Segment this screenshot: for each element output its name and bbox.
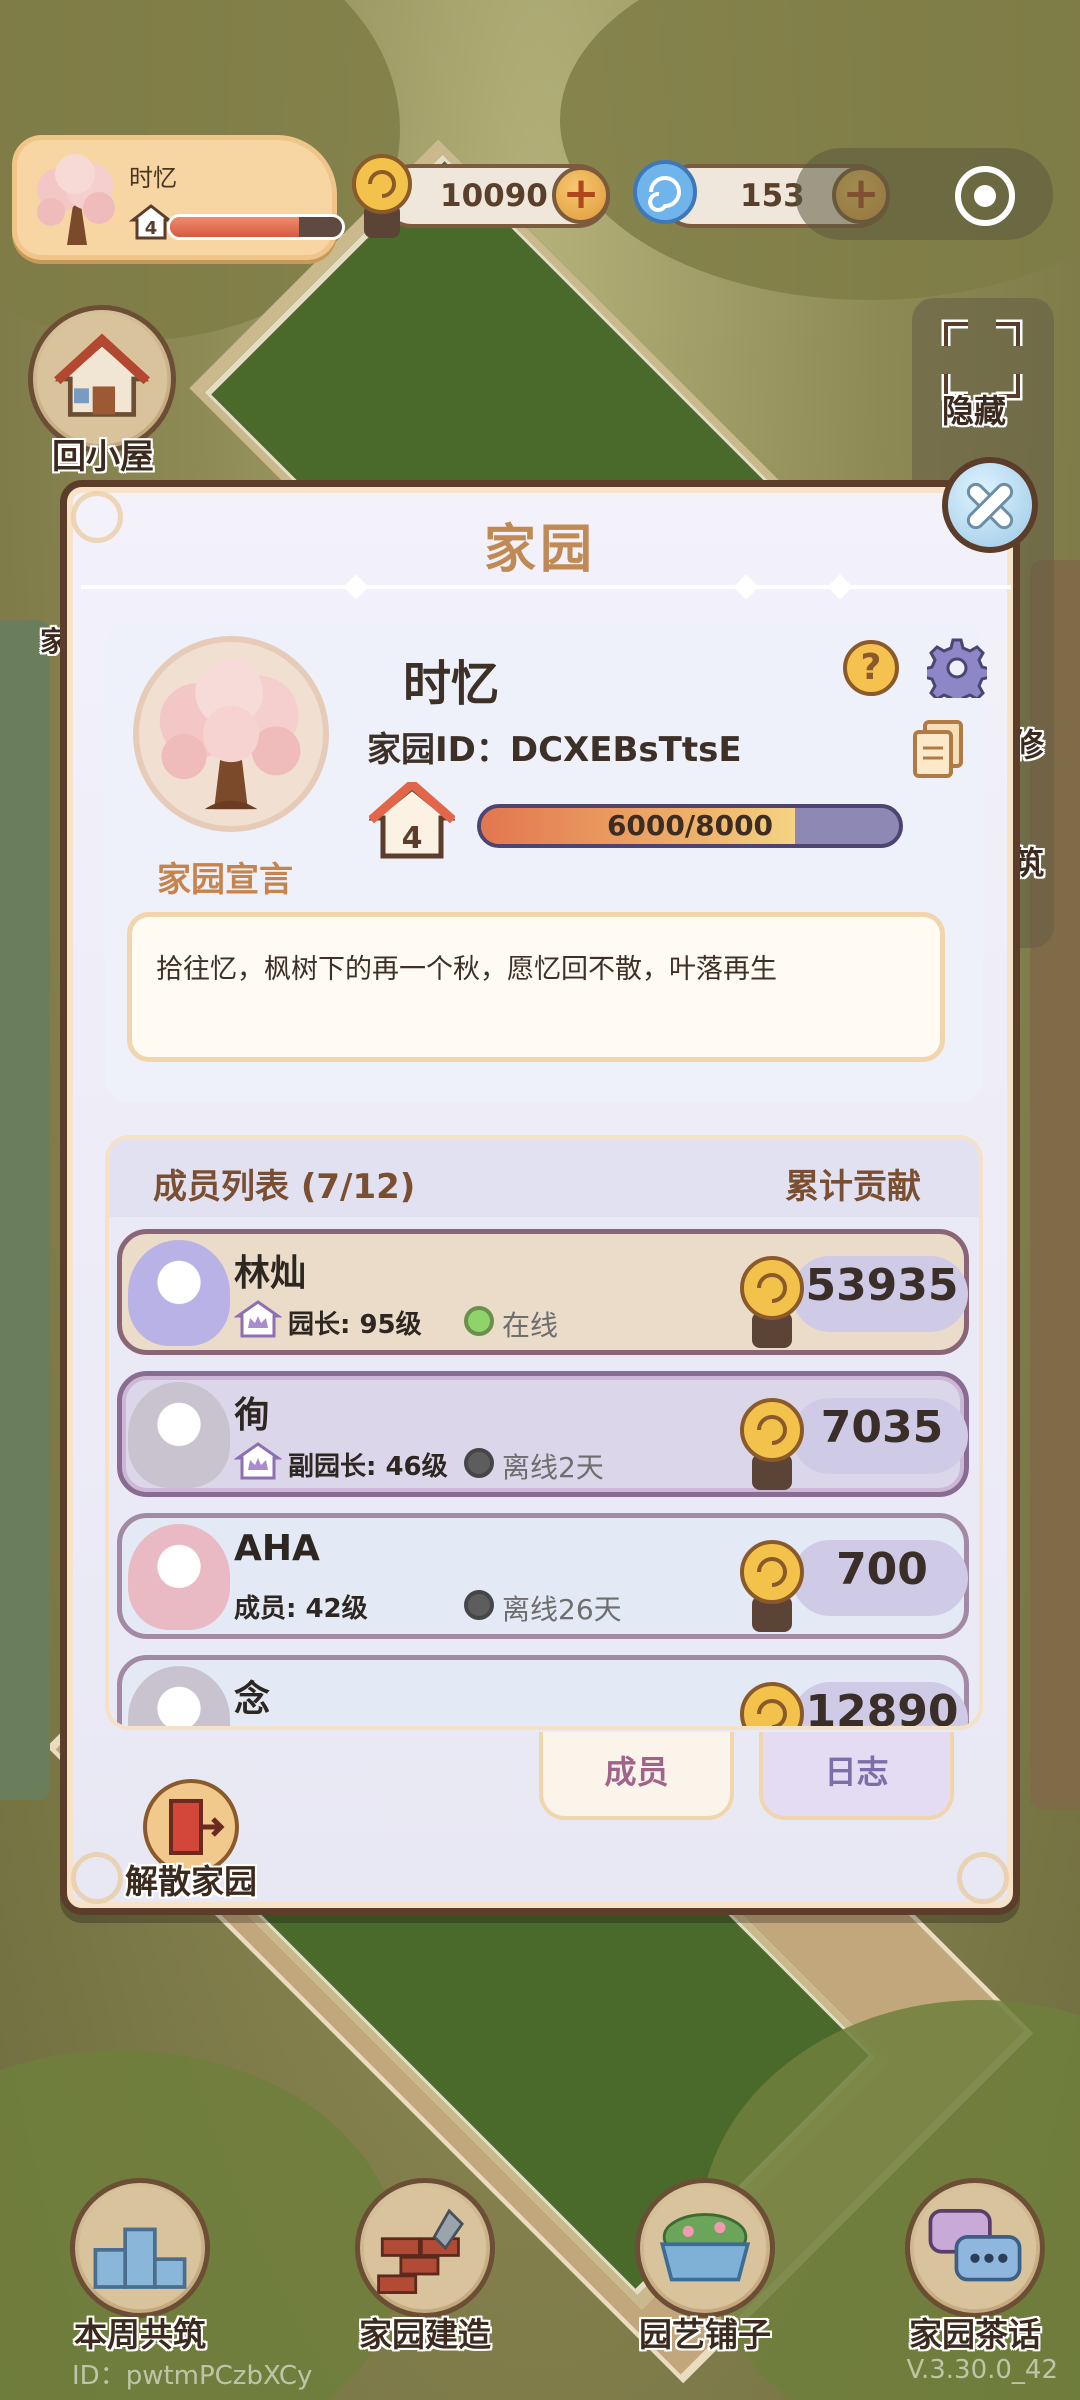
spiral-gem-icon	[633, 160, 697, 224]
online-status-dot	[464, 1306, 494, 1336]
record-target-icon[interactable]	[955, 166, 1015, 226]
home-chat-button[interactable]: 家园茶话	[885, 2178, 1065, 2356]
copy-id-icon[interactable]	[911, 720, 965, 780]
member-list-header: 成员列表 (7/12) 累计贡献	[109, 1139, 979, 1217]
member-role-level: 园长: 95级	[288, 1310, 422, 1340]
member-status: 离线2天	[502, 1451, 604, 1484]
home-level-house-icon: 4	[369, 782, 455, 859]
add-snail-coin-button[interactable]: +	[552, 166, 610, 224]
player-id-footer: ID：pwtmPCzbXCy	[72, 2361, 313, 2391]
snail-coin-icon	[740, 1682, 804, 1726]
contribution-title: 累计贡献	[785, 1167, 921, 1207]
maple-tree-avatar-icon	[37, 154, 115, 245]
snail-coin-value: 10090	[440, 178, 548, 214]
home-chat-label: 家园茶话	[909, 2315, 1041, 2354]
member-row[interactable]: 念 12890	[117, 1655, 969, 1729]
member-status: 在线	[502, 1309, 559, 1342]
member-status: 离线26天	[502, 1593, 622, 1626]
home-motto-label: 家园宣言	[157, 860, 293, 900]
member-name: 林灿	[234, 1253, 307, 1294]
player-profile-chip[interactable]: 时忆 4	[12, 135, 345, 260]
member-contribution: 700	[836, 1544, 928, 1595]
member-row[interactable]: 林灿园长: 95级 在线 53935	[117, 1229, 969, 1355]
flower-basket-icon	[635, 2178, 775, 2318]
snail-coin-icon	[740, 1540, 804, 1632]
player-level-number: 4	[145, 218, 158, 239]
home-dialog: 家园 时忆 家园ID：DCXEBsTtsE ? 4 6000/8000 家园宣言…	[60, 457, 1038, 1915]
player-exp-bar-fill	[170, 217, 299, 237]
player-name: 时忆	[129, 164, 177, 192]
dialog-title: 家园	[483, 520, 596, 580]
tab-log[interactable]: 日志	[759, 1732, 954, 1820]
home-info-card: 时忆 家园ID：DCXEBsTtsE ? 4 6000/8000 家园宣言 拾往…	[105, 622, 987, 1102]
member-avatar[interactable]	[128, 1524, 230, 1630]
member-name: 念	[234, 1679, 271, 1720]
member-avatar[interactable]	[128, 1382, 230, 1488]
member-list[interactable]: 林灿园长: 95级 在线 53935 徇副园长: 46级 离线2天 7035 AHA 成员: …	[109, 1229, 979, 1729]
home-maple-tree-icon[interactable]	[133, 636, 329, 832]
member-contribution: 7035	[820, 1402, 944, 1453]
home-level-number: 4	[402, 821, 423, 856]
player-exp-bar	[167, 214, 345, 240]
home-id-row: 家园ID：DCXEBsTtsE	[367, 722, 742, 771]
member-name: AHA	[234, 1528, 320, 1569]
dissolve-home-label: 解散家园	[125, 1862, 257, 1901]
member-role-level: 成员: 42级	[234, 1594, 368, 1624]
level-house-icon: 4	[129, 204, 173, 240]
member-row[interactable]: AHA 成员: 42级 离线26天 700	[117, 1513, 969, 1639]
return-cottage-label: 回小屋	[52, 437, 154, 477]
snail-coin-icon	[740, 1398, 804, 1490]
snail-coin-icon	[740, 1256, 804, 1348]
home-construction-label: 家园建造	[359, 2315, 491, 2354]
member-count-title: 成员列表 (7/12)	[153, 1167, 416, 1207]
version-footer: V.3.30.0_42	[906, 2355, 1058, 2385]
return-cottage-button[interactable]: 回小屋	[28, 305, 178, 478]
garden-shop-button[interactable]: 园艺铺子	[615, 2178, 795, 2356]
weekly-build-label: 本周共筑	[74, 2315, 206, 2354]
member-role-level: 副园长: 46级	[288, 1452, 448, 1482]
chat-bubbles-icon	[905, 2178, 1045, 2318]
home-id-value: DCXEBsTtsE	[509, 730, 742, 770]
home-construction-button[interactable]: 家园建造	[335, 2178, 515, 2356]
member-row[interactable]: 徇副园长: 46级 离线2天 7035	[117, 1371, 969, 1497]
podium-icon	[70, 2178, 210, 2318]
role-crown-house-icon	[234, 1442, 282, 1480]
role-crown-house-icon	[234, 1300, 282, 1338]
home-exp-text: 6000/8000	[606, 809, 774, 842]
home-motto-text[interactable]: 拾往忆，枫树下的再一个秋，愿忆回不散，叶落再生	[127, 912, 945, 1062]
close-dialog-button[interactable]	[942, 457, 1038, 553]
help-icon[interactable]: ?	[843, 640, 899, 696]
home-exp-bar: 6000/8000	[477, 804, 903, 848]
member-name: 徇	[234, 1395, 271, 1436]
corner-ornament	[957, 1852, 1009, 1904]
home-id-label: 家园ID：	[367, 730, 510, 770]
corner-ornament	[71, 1852, 123, 1904]
member-contribution: 12890	[805, 1686, 959, 1729]
member-avatar[interactable]	[128, 1666, 230, 1726]
member-contribution: 53935	[805, 1260, 959, 1311]
member-list-card: 成员列表 (7/12) 累计贡献 林灿园长: 95级 在线 53935 徇副园长: 4…	[105, 1135, 983, 1730]
garden-shop-label: 园艺铺子	[639, 2315, 771, 2354]
left-garden-edge	[0, 620, 50, 1800]
title-divider	[81, 585, 1011, 589]
hide-ui-button[interactable]: 隐藏	[942, 386, 1006, 432]
member-avatar[interactable]	[128, 1240, 230, 1346]
snail-coin-icon	[352, 154, 412, 238]
bricks-trowel-icon	[355, 2178, 495, 2318]
tab-members[interactable]: 成员	[539, 1732, 734, 1820]
offline-status-dot	[464, 1590, 494, 1620]
weekly-build-button[interactable]: 本周共筑	[50, 2178, 230, 2356]
settings-gear-icon[interactable]	[927, 638, 987, 698]
dissolve-home-button[interactable]: 解散家园	[125, 1777, 257, 1903]
offline-status-dot	[464, 1448, 494, 1478]
home-name: 时忆	[403, 656, 500, 712]
